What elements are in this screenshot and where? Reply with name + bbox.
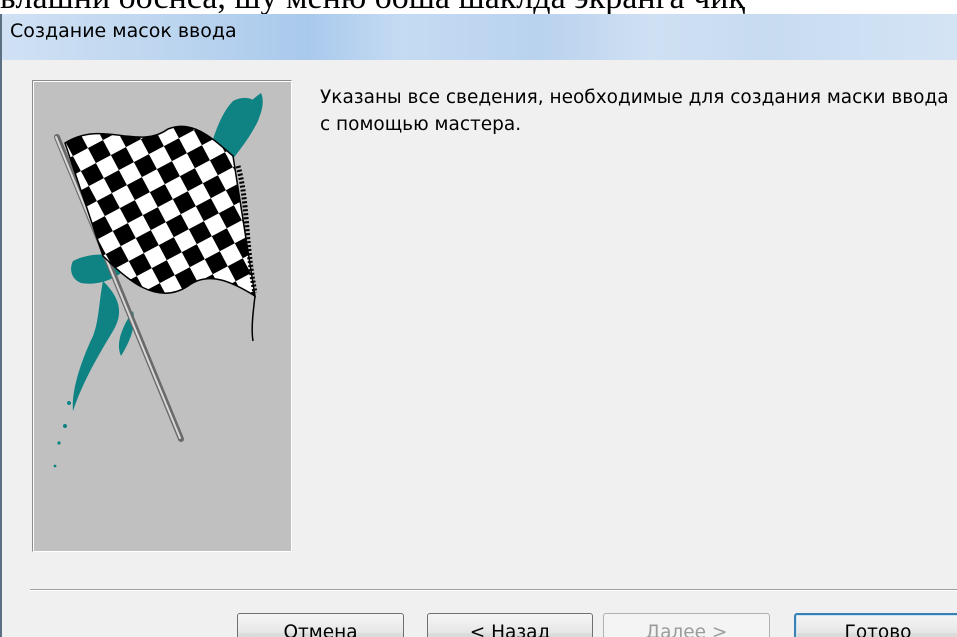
next-button: Далее >: [603, 613, 770, 637]
next-button-label: алее >: [660, 622, 728, 637]
cancel-button[interactable]: Отмена: [237, 613, 404, 637]
finish-button[interactable]: Готово: [794, 613, 957, 637]
next-button-mnemonic: Д: [645, 622, 661, 637]
back-button-label: азад: [505, 622, 551, 637]
finish-button-label: отово: [855, 622, 912, 637]
checkered-flag-icon: [53, 93, 263, 468]
input-mask-wizard-dialog: Создание масок ввода Указаны все сведени…: [0, 14, 957, 637]
wizard-picture-panel: [32, 80, 292, 552]
back-button-prefix: <: [469, 622, 492, 637]
title-bar[interactable]: Создание масок ввода: [2, 14, 957, 60]
button-divider: [30, 589, 957, 591]
finish-button-mnemonic: Г: [844, 622, 856, 637]
window-title: Создание масок ввода: [10, 20, 237, 42]
back-button-mnemonic: Н: [491, 622, 505, 637]
wizard-message: Указаны все сведения, необходимые для со…: [320, 87, 949, 135]
dialog-client-area: Указаны все сведения, необходимые для со…: [2, 60, 957, 637]
back-button[interactable]: < Назад: [427, 613, 593, 637]
